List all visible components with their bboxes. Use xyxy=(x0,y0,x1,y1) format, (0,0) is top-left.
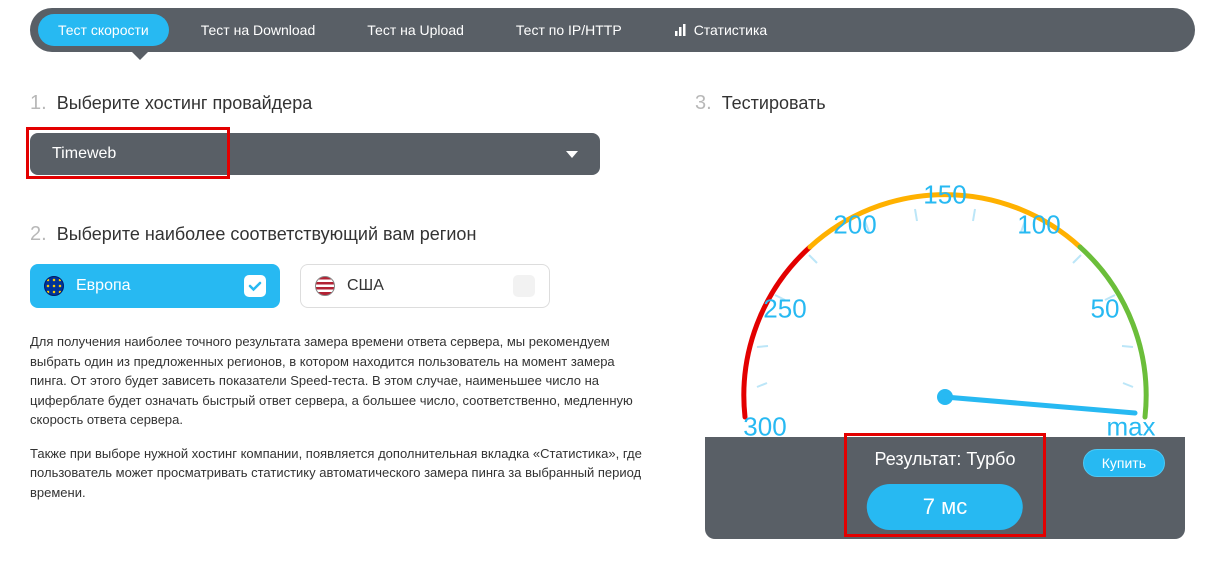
gauge-tick: 200 xyxy=(833,210,876,241)
tab-label: Тест на Upload xyxy=(367,22,464,38)
flag-us-icon xyxy=(315,276,335,296)
description-paragraph: Также при выборе нужной хостинг компании… xyxy=(30,444,655,503)
tab-statistics[interactable]: Статистика xyxy=(654,14,788,46)
provider-dropdown[interactable]: Timeweb xyxy=(30,133,600,175)
gauge-tick: 100 xyxy=(1017,210,1060,241)
gauge-tick: 250 xyxy=(763,294,806,325)
tab-label: Тест по IP/HTTP xyxy=(516,22,622,38)
flag-eu-icon xyxy=(44,276,64,296)
tab-ip-http-test[interactable]: Тест по IP/HTTP xyxy=(496,14,642,46)
tab-download-test[interactable]: Тест на Download xyxy=(181,14,336,46)
step3-heading: 3. Тестировать xyxy=(695,92,1195,115)
region-option-usa[interactable]: США xyxy=(300,264,550,308)
result-bar: Результат: Турбо 7 мс Купить xyxy=(705,437,1185,539)
checkbox-empty xyxy=(513,275,535,297)
left-column: 1. Выберите хостинг провайдера Timeweb 2… xyxy=(30,92,655,539)
step-title-text: Выберите хостинг провайдера xyxy=(57,93,313,114)
result-value-badge: 7 мс xyxy=(867,484,1023,530)
description-block: Для получения наиболее точного результат… xyxy=(30,332,655,502)
step1-heading: 1. Выберите хостинг провайдера xyxy=(30,92,655,115)
description-paragraph: Для получения наиболее точного результат… xyxy=(30,332,655,430)
region-label: США xyxy=(347,277,384,295)
region-label: Европа xyxy=(76,277,131,295)
right-column: 3. Тестировать xyxy=(695,92,1195,539)
gauge-svg xyxy=(705,127,1185,437)
step-number: 1. xyxy=(30,92,47,115)
tab-label: Статистика xyxy=(694,22,768,38)
tab-label: Тест скорости xyxy=(58,22,149,38)
step-number: 2. xyxy=(30,223,47,246)
tab-label: Тест на Download xyxy=(201,22,316,38)
step-title-text: Выберите наиболее соответствующий вам ре… xyxy=(57,224,477,245)
tab-speed-test[interactable]: Тест скорости xyxy=(38,14,169,46)
step-number: 3. xyxy=(695,92,712,115)
tab-upload-test[interactable]: Тест на Upload xyxy=(347,14,484,46)
gauge-tick: 150 xyxy=(923,180,966,211)
result-center: Результат: Турбо 7 мс xyxy=(867,449,1023,530)
provider-dropdown-wrap: Timeweb xyxy=(30,133,655,175)
gauge-tick: 50 xyxy=(1091,294,1120,325)
checkmark-icon xyxy=(244,275,266,297)
tabs-bar: Тест скорости Тест на Download Тест на U… xyxy=(30,8,1195,52)
speed-gauge: 300 250 200 150 100 50 max xyxy=(705,127,1185,437)
result-label: Результат: Турбо xyxy=(875,449,1016,470)
main-content: 1. Выберите хостинг провайдера Timeweb 2… xyxy=(0,52,1225,559)
chevron-down-icon xyxy=(566,151,578,158)
buy-button[interactable]: Купить xyxy=(1083,449,1165,477)
step2-heading: 2. Выберите наиболее соответствующий вам… xyxy=(30,223,655,246)
region-list: Европа США xyxy=(30,264,655,308)
bar-chart-icon xyxy=(674,23,688,37)
dropdown-value: Timeweb xyxy=(52,145,116,163)
region-option-europe[interactable]: Европа xyxy=(30,264,280,308)
step-title-text: Тестировать xyxy=(722,93,826,114)
